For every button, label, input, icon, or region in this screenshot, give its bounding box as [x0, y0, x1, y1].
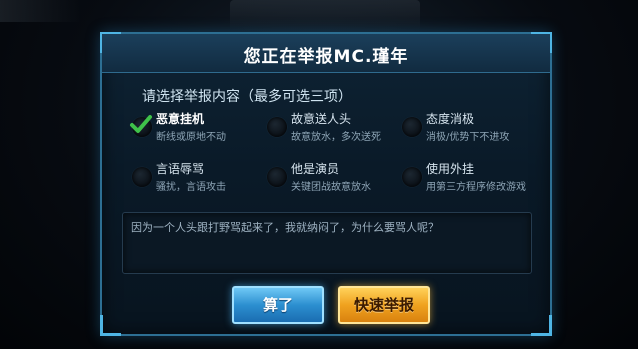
- section-label: 请选择举报内容（最多可选三项）: [142, 89, 352, 105]
- check-icon: [130, 115, 152, 133]
- report-options: 恶意挂机 断线或原地不动 故意送人头 故意放水，多次送死 态度消极 消极/优势下…: [130, 108, 532, 218]
- frame-corner: [531, 315, 552, 336]
- report-dialog: 您正在举报MC.瑾年 请选择举报内容（最多可选三项） 恶意挂机 断线或原地不动 …: [100, 32, 552, 336]
- option-description: 用第三方程序修改游戏: [426, 182, 526, 193]
- report-comment-text: 因为一个人头跟打野骂起来了，我就纳闷了，为什么要骂人呢？: [131, 221, 439, 234]
- option-name: 故意送人头: [291, 112, 352, 126]
- option-description: 消极/优势下不进攻: [426, 132, 510, 143]
- dialog-title: 您正在举报MC.瑾年: [243, 47, 409, 67]
- option-name: 使用外挂: [426, 162, 475, 176]
- radio-circle: [132, 167, 152, 187]
- option-name: 态度消极: [426, 112, 475, 126]
- radio-circle: [267, 117, 287, 137]
- option-negative[interactable]: 态度消极 消极/优势下不进攻: [402, 108, 537, 148]
- option-description: 关键团战故意放水: [291, 182, 371, 193]
- report-comment-field[interactable]: 因为一个人头跟打野骂起来了，我就纳闷了，为什么要骂人呢？: [122, 212, 532, 274]
- radio-circle: [402, 117, 422, 137]
- game-screen: 您正在举报MC.瑾年 请选择举报内容（最多可选三项） 恶意挂机 断线或原地不动 …: [0, 0, 638, 349]
- option-cheating[interactable]: 使用外挂 用第三方程序修改游戏: [402, 158, 537, 198]
- quick-report-button[interactable]: 快速举报: [338, 286, 430, 324]
- option-name: 恶意挂机: [156, 112, 205, 126]
- option-name: 他是演员: [291, 162, 340, 176]
- option-actor[interactable]: 他是演员 关键团战故意放水: [267, 158, 402, 198]
- option-afk[interactable]: 恶意挂机 断线或原地不动: [130, 108, 267, 148]
- dialog-titlebar: 您正在举报MC.瑾年: [102, 34, 550, 73]
- option-description: 骚扰，言语攻击: [156, 182, 226, 193]
- cancel-button[interactable]: 算了: [232, 286, 324, 324]
- option-feeding[interactable]: 故意送人头 故意放水，多次送死: [267, 108, 402, 148]
- background-logo: [230, 0, 420, 32]
- frame-corner: [100, 315, 121, 336]
- option-description: 断线或原地不动: [156, 132, 226, 143]
- radio-circle: [267, 167, 287, 187]
- option-description: 故意放水，多次送死: [291, 132, 381, 143]
- background-hud-strip: [0, 0, 80, 22]
- option-abuse[interactable]: 言语辱骂 骚扰，言语攻击: [132, 158, 267, 198]
- option-name: 言语辱骂: [156, 162, 205, 176]
- radio-circle: [402, 167, 422, 187]
